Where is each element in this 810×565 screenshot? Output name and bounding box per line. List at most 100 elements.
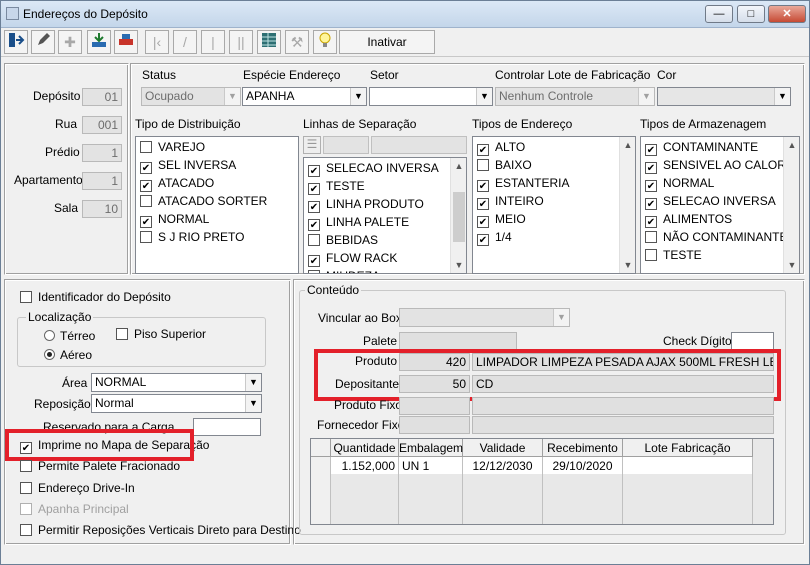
list-item[interactable]: ✔ ATACADO (136, 174, 298, 192)
next-disabled-icon[interactable]: | (201, 30, 225, 54)
minimize-button[interactable]: — (705, 5, 733, 23)
list-item[interactable]: ✔ CONTAMINANTE (641, 138, 799, 156)
fornecedor-fixo-code-field[interactable] (399, 416, 470, 434)
list-item[interactable]: ✔ SELECAO INVERSA (304, 159, 466, 177)
list-item[interactable]: BEBIDAS (304, 231, 466, 249)
list-item[interactable]: ✔ ALTO (473, 138, 635, 156)
list-item[interactable]: ✔ ESTANTERIA (473, 174, 635, 192)
grid-cell[interactable]: 1.152,000 (331, 457, 399, 475)
print-icon[interactable] (114, 30, 138, 54)
scroll-up-icon[interactable]: ▲ (451, 158, 466, 174)
scroll-up-icon[interactable]: ▲ (784, 137, 799, 153)
grid-cell[interactable] (463, 508, 543, 524)
grid-cell[interactable]: 12/12/2030 (463, 457, 543, 475)
scroll-up-icon[interactable]: ▲ (620, 137, 635, 153)
grid-cell[interactable] (623, 457, 753, 475)
armazenagem-scrollbar[interactable]: ▲ ▼ (783, 137, 799, 273)
list-item[interactable]: ✔ 1/4 (473, 228, 635, 246)
aereo-radio[interactable]: Aéreo (44, 348, 92, 362)
grid-cell[interactable] (623, 491, 753, 509)
tipos-endereco-list[interactable]: ✔ ALTO BAIXO ✔ ESTANTERIA ✔ INTEIRO ✔ MEIO ✔ 1/4 ▲… (472, 136, 636, 274)
grid-cell[interactable] (463, 491, 543, 509)
especie-select[interactable]: APANHA ▼ (242, 87, 367, 106)
grid-cell[interactable] (543, 491, 623, 509)
tools-disabled-icon[interactable]: ⚒ (285, 30, 309, 54)
identificador-checkbox[interactable]: Identificador do Depósito (20, 290, 171, 304)
grid-row-header[interactable] (311, 474, 331, 492)
grid-row-header[interactable] (311, 457, 331, 475)
list-item[interactable]: ✔ SEL INVERSA (136, 156, 298, 174)
filter-icon[interactable]: ☰ (303, 136, 321, 154)
grid-cell[interactable] (463, 474, 543, 492)
list-item[interactable]: ✔ ALIMENTOS (641, 210, 799, 228)
close-button[interactable]: ✕ (768, 5, 806, 23)
grid-header[interactable]: Quantidade (331, 439, 399, 457)
grid-cell[interactable] (331, 508, 399, 524)
first-disabled-icon[interactable]: |‹ (145, 30, 169, 54)
list-item[interactable]: ✔ SENSIVEL AO CALOR (641, 156, 799, 174)
status-select[interactable]: Ocupado ▼ (141, 87, 241, 106)
fornecedor-fixo-desc-field[interactable] (472, 416, 774, 434)
prev-disabled-icon[interactable]: / (173, 30, 197, 54)
linhas-filter-field-2[interactable] (371, 136, 467, 154)
conteudo-grid[interactable]: Quantidade Embalagem Validade Recebimento Lo… (310, 438, 774, 525)
check-digito-field[interactable] (731, 332, 774, 350)
list-item[interactable]: ✔ NORMAL (136, 210, 298, 228)
scroll-down-icon[interactable]: ▼ (451, 257, 466, 273)
grid-header[interactable]: Lote Fabricação (623, 439, 753, 457)
linhas-scrollbar[interactable]: ▲ ▼ (450, 158, 466, 273)
linhas-filter-field-1[interactable] (323, 136, 369, 154)
grid-header[interactable]: Embalagem (399, 439, 463, 457)
list-item[interactable]: ✔ TESTE (304, 177, 466, 195)
deposito-field[interactable]: 01 (82, 88, 122, 106)
grid-cell[interactable] (399, 508, 463, 524)
linhas-separacao-list[interactable]: ✔ SELECAO INVERSA ✔ TESTE ✔ LINHA PRODUTO ✔ LIN… (303, 157, 467, 274)
tipos-armazenagem-list[interactable]: ✔ CONTAMINANTE ✔ SENSIVEL AO CALOR ✔ NORMAL ✔ S… (640, 136, 800, 274)
list-item[interactable]: ✔ LINHA PRODUTO (304, 195, 466, 213)
grid-cell[interactable]: 29/10/2020 (543, 457, 623, 475)
maximize-button[interactable]: □ (737, 5, 765, 23)
grid-header[interactable]: Recebimento (543, 439, 623, 457)
reservado-field[interactable] (193, 418, 261, 436)
list-item[interactable]: ATACADO SORTER (136, 192, 298, 210)
exit-icon[interactable] (4, 30, 28, 54)
grid-row-header[interactable] (311, 491, 331, 509)
grid-header[interactable]: Validade (463, 439, 543, 457)
endereco-scrollbar[interactable]: ▲ ▼ (619, 137, 635, 273)
list-item[interactable]: ✔ INTEIRO (473, 192, 635, 210)
grid-cell[interactable]: UN 1 (399, 457, 463, 475)
setor-select[interactable]: ▼ (369, 87, 493, 106)
rua-field[interactable]: 001 (82, 116, 122, 134)
grid-cell[interactable] (399, 491, 463, 509)
tipo-distribuicao-list[interactable]: VAREJO ✔ SEL INVERSA ✔ ATACADO ATACADO SORTER… (135, 136, 299, 274)
cor-select[interactable]: ▼ (657, 87, 791, 106)
list-item[interactable]: ✔ FLOW RACK (304, 249, 466, 267)
grid-cell[interactable] (331, 491, 399, 509)
grid-cell[interactable] (331, 474, 399, 492)
terreo-radio[interactable]: Térreo (44, 329, 95, 343)
grid-cell[interactable] (399, 474, 463, 492)
tip-bulb-icon[interactable] (313, 30, 337, 54)
grid-cell[interactable] (623, 474, 753, 492)
scroll-down-icon[interactable]: ▼ (784, 257, 799, 273)
grid-cell[interactable] (543, 474, 623, 492)
reposicoes-checkbox[interactable]: Permitir Reposições Verticais Direto par… (20, 523, 301, 537)
inativar-button[interactable]: Inativar (339, 30, 435, 54)
lote-select[interactable]: Nenhum Controle ▼ (495, 87, 655, 106)
edit-pencil-icon[interactable] (31, 30, 55, 54)
reposicao-select[interactable]: Normal ▼ (91, 394, 262, 413)
last-disabled-icon[interactable]: || (229, 30, 253, 54)
drive-in-checkbox[interactable]: Endereço Drive-In (20, 481, 135, 495)
grid-cell[interactable] (623, 508, 753, 524)
list-item[interactable]: ✔ SELECAO INVERSA (641, 192, 799, 210)
list-item[interactable]: ✔ LINHA PALETE (304, 213, 466, 231)
grid-view-icon[interactable] (257, 30, 281, 54)
vincular-select[interactable]: ▼ (399, 308, 570, 327)
list-item[interactable]: NÃO CONTAMINANTE (641, 228, 799, 246)
permite-palete-checkbox[interactable]: Permite Palete Fracionado (20, 459, 180, 473)
list-item[interactable]: ✔ NORMAL (641, 174, 799, 192)
apartamento-field[interactable]: 1 (82, 172, 122, 190)
produto-fixo-desc-field[interactable] (472, 397, 774, 415)
apanha-principal-checkbox[interactable]: Apanha Principal (20, 502, 129, 516)
area-select[interactable]: NORMAL ▼ (91, 373, 262, 392)
